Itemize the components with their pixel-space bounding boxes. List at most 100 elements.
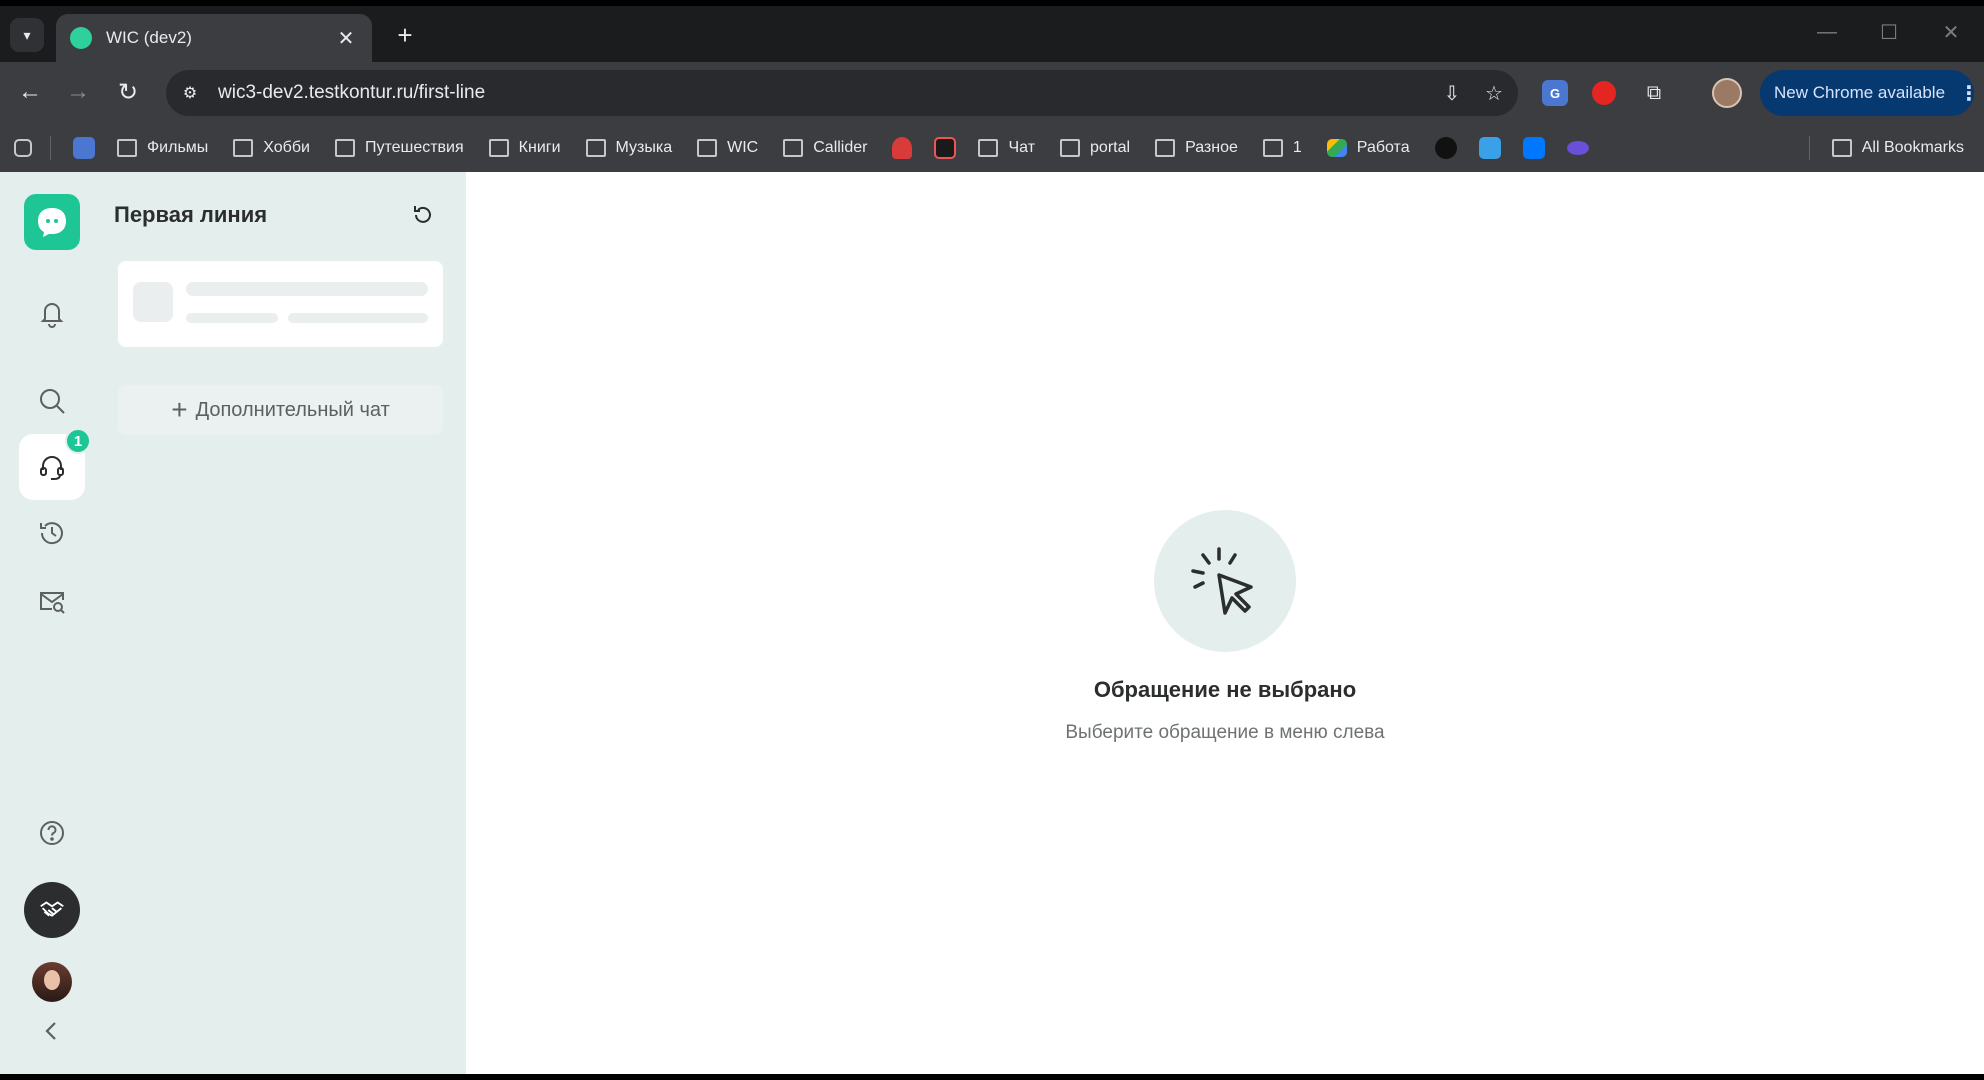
all-bookmarks[interactable]: All Bookmarks — [1808, 136, 1964, 160]
reload-icon[interactable]: ↻ — [110, 74, 146, 110]
folder-icon — [1262, 139, 1283, 157]
bookmark-folder[interactable]: Разное — [1155, 139, 1238, 157]
folder-icon — [783, 139, 804, 157]
plus-icon: + — [171, 394, 188, 425]
bookmark-label: Путешествия — [364, 139, 464, 156]
bookmark-drive[interactable]: Работа — [1326, 139, 1410, 157]
mail-search-button[interactable] — [19, 568, 85, 634]
new-tab-plus-icon[interactable]: + — [388, 18, 422, 52]
empty-state-title: Обращение не выбрано — [1093, 677, 1357, 702]
bookmark-folder[interactable]: Чат — [978, 139, 1035, 157]
loading-skeleton-card — [118, 261, 443, 347]
conversation-area: Обращение не выбрано Выберите обращение … — [466, 172, 1984, 1074]
refresh-icon — [414, 206, 431, 223]
folder-icon — [697, 139, 718, 157]
partner-button[interactable] — [24, 882, 80, 938]
notifications-button[interactable] — [19, 280, 85, 346]
bookmark-folder[interactable]: Путешествия — [334, 139, 464, 157]
more-menu-icon: ⋮ — [1959, 82, 1980, 105]
tab-close-icon[interactable]: ✕ — [334, 26, 358, 51]
extensions-puzzle-icon[interactable]: ⧉ — [1638, 77, 1670, 109]
bell-icon — [40, 303, 64, 328]
profile-avatar-icon[interactable] — [1712, 78, 1742, 108]
cursor-click-icon — [1191, 547, 1253, 615]
bookmark-label: Хобби — [263, 139, 310, 156]
bookmark-label: Чат — [1008, 139, 1036, 156]
bookmark-label: 1 — [1292, 139, 1302, 156]
bookmark-star-icon[interactable]: ☆ — [1476, 75, 1512, 111]
address-url[interactable]: wic3-dev2.testkontur.ru/first-line — [218, 82, 1434, 104]
bookmark-dark-icon[interactable] — [1434, 137, 1457, 159]
bookmark-label: Разное — [1185, 139, 1238, 156]
bookmark-folder[interactable]: Хобби — [233, 139, 310, 157]
bookmark-bell-icon[interactable] — [892, 137, 913, 159]
bookmark-label: Callider — [813, 139, 868, 156]
handshake-icon — [40, 901, 64, 917]
bookmark-folder[interactable]: Музыка — [585, 139, 672, 157]
red-extension-icon[interactable] — [1592, 81, 1616, 105]
bookmarks-bar: Фильмы Хобби Путешествия Книги Музыка WI… — [0, 124, 1984, 172]
folder-icon — [1155, 139, 1176, 157]
minimize-icon[interactable]: — — [1804, 14, 1850, 50]
chevron-left-icon — [45, 1022, 56, 1040]
folder-icon — [585, 139, 606, 157]
maximize-icon[interactable]: ☐ — [1866, 14, 1912, 50]
collapse-button[interactable] — [19, 998, 85, 1064]
bookmark-vk-icon[interactable] — [1522, 137, 1545, 159]
bookmark-translate-icon[interactable] — [73, 137, 95, 159]
folder-icon — [488, 139, 509, 157]
apps-grid-icon[interactable] — [14, 139, 32, 157]
tab-favicon-icon — [70, 27, 92, 49]
back-arrow-icon[interactable]: ← — [12, 74, 48, 110]
first-line-button[interactable]: 1 — [19, 428, 91, 500]
chrome-update-label: New Chrome available — [1774, 83, 1946, 102]
folder-icon — [233, 139, 254, 157]
translate-extension-icon[interactable]: G — [1542, 80, 1568, 106]
bookmark-yt-icon[interactable] — [934, 137, 957, 159]
folder-icon — [1831, 139, 1852, 157]
browser-tab[interactable]: WIC (dev2) ✕ — [56, 14, 372, 62]
add-chat-button[interactable]: + Дополнительный чат — [118, 385, 443, 435]
forward-arrow-icon[interactable]: → — [60, 74, 96, 110]
bookmark-purple-icon[interactable] — [1566, 141, 1589, 155]
panel-title: Первая линия — [114, 202, 268, 227]
unread-badge: 1 — [65, 428, 91, 454]
help-icon — [40, 821, 64, 845]
first-line-panel: Первая линия + Дополнительный чат — [104, 172, 466, 1074]
search-button[interactable] — [19, 368, 85, 434]
nav-rail: 1 — [0, 172, 104, 1074]
bookmarks-separator — [50, 136, 51, 160]
bookmark-folder[interactable]: Фильмы — [117, 139, 208, 157]
chrome-update-button[interactable]: New Chrome available ⋮ — [1760, 70, 1979, 116]
bookmark-folder[interactable]: Книги — [488, 139, 561, 157]
bookmark-label: portal — [1090, 139, 1131, 156]
install-app-icon[interactable]: ⇩ — [1434, 75, 1470, 111]
drive-icon — [1326, 139, 1347, 157]
tab-title: WIC (dev2) — [106, 28, 192, 47]
tab-search-chevron-icon[interactable]: ▾ — [10, 18, 44, 52]
skeleton-avatar — [133, 282, 173, 322]
close-window-icon[interactable]: ✕ — [1928, 14, 1974, 50]
app-logo[interactable] — [24, 194, 80, 250]
bookmarks-separator — [1808, 136, 1810, 160]
bookmark-folder[interactable]: 1 — [1262, 139, 1302, 157]
user-avatar[interactable] — [32, 962, 72, 1002]
tab-bar: ▾ WIC (dev2) ✕ + — ☐ ✕ — [0, 6, 1984, 62]
bookmark-folder[interactable]: portal — [1060, 139, 1130, 157]
help-button[interactable] — [19, 800, 85, 866]
app-window: 1 Первая линия + Дополнительный чат Обра… — [0, 172, 1984, 1074]
browser-chrome: ▾ WIC (dev2) ✕ + — ☐ ✕ ← → ↻ ⚙ wic3-dev2… — [0, 6, 1984, 172]
address-bar[interactable]: ⚙ wic3-dev2.testkontur.ru/first-line ⇩ ☆ — [166, 70, 1518, 116]
empty-state-subtitle: Выберите обращение в меню слева — [1065, 722, 1385, 743]
bookmark-folder[interactable]: Callider — [783, 139, 867, 157]
history-button[interactable] — [19, 500, 85, 566]
refresh-button[interactable] — [406, 198, 440, 232]
folder-icon — [117, 139, 137, 157]
bookmark-label: Книги — [518, 139, 561, 156]
browser-toolbar: ← → ↻ ⚙ wic3-dev2.testkontur.ru/first-li… — [0, 62, 1984, 124]
folder-icon — [334, 139, 355, 157]
skeleton-line — [186, 282, 428, 296]
bookmark-blue-icon[interactable] — [1478, 137, 1501, 159]
site-info-icon[interactable]: ⚙ — [178, 81, 202, 105]
bookmark-folder[interactable]: WIC — [697, 139, 758, 157]
